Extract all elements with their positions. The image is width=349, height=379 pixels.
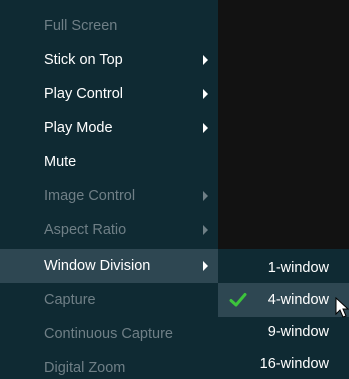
- submenu-item-4-window[interactable]: 4-window: [218, 283, 349, 317]
- menu-item-full-screen[interactable]: Full Screen: [0, 9, 218, 43]
- menu-item-mute[interactable]: Mute: [0, 145, 218, 179]
- context-menu: Full Screen Stick on Top Play Control Pl…: [0, 0, 218, 379]
- menu-item-label: Full Screen: [44, 18, 118, 34]
- submenu-item-16-window[interactable]: 16-window: [218, 347, 349, 379]
- player-screen: Full Screen Stick on Top Play Control Pl…: [0, 0, 349, 379]
- menu-item-label: Mute: [44, 154, 77, 170]
- triangle-right-icon: [203, 55, 208, 65]
- triangle-right-icon: [203, 261, 208, 271]
- submenu-item-9-window[interactable]: 9-window: [218, 315, 349, 349]
- triangle-right-icon: [203, 123, 208, 133]
- menu-item-stick-on-top[interactable]: Stick on Top: [0, 43, 218, 77]
- submenu-item-label: 16-window: [259, 356, 329, 372]
- menu-item-label: Continuous Capture: [44, 326, 173, 342]
- menu-item-label: Image Control: [44, 188, 136, 204]
- menu-item-window-division[interactable]: Window Division: [0, 249, 218, 283]
- menu-item-label: Digital Zoom: [44, 360, 126, 376]
- submenu-item-label: 4-window: [267, 292, 329, 308]
- submenu-item-label: 1-window: [267, 260, 329, 276]
- menu-item-image-control[interactable]: Image Control: [0, 179, 218, 213]
- menu-item-label: Play Mode: [44, 120, 113, 136]
- menu-item-play-mode[interactable]: Play Mode: [0, 111, 218, 145]
- menu-item-continuous-capture[interactable]: Continuous Capture: [0, 317, 218, 351]
- window-division-submenu: 1-window 4-window 9-window 16-window: [218, 249, 349, 379]
- triangle-right-icon: [203, 191, 208, 201]
- mouse-pointer-icon: [335, 297, 349, 318]
- menu-item-aspect-ratio[interactable]: Aspect Ratio: [0, 213, 218, 247]
- menu-item-label: Stick on Top: [44, 52, 123, 68]
- submenu-item-1-window[interactable]: 1-window: [218, 251, 349, 285]
- submenu-item-label: 9-window: [267, 324, 329, 340]
- check-icon: [229, 293, 247, 307]
- menu-item-capture[interactable]: Capture: [0, 283, 218, 317]
- triangle-right-icon: [203, 89, 208, 99]
- menu-item-label: Aspect Ratio: [44, 222, 127, 238]
- menu-item-label: Capture: [44, 292, 96, 308]
- triangle-right-icon: [203, 225, 208, 235]
- menu-item-play-control[interactable]: Play Control: [0, 77, 218, 111]
- menu-item-label: Window Division: [44, 258, 151, 274]
- menu-item-digital-zoom[interactable]: Digital Zoom: [0, 351, 218, 379]
- menu-item-label: Play Control: [44, 86, 123, 102]
